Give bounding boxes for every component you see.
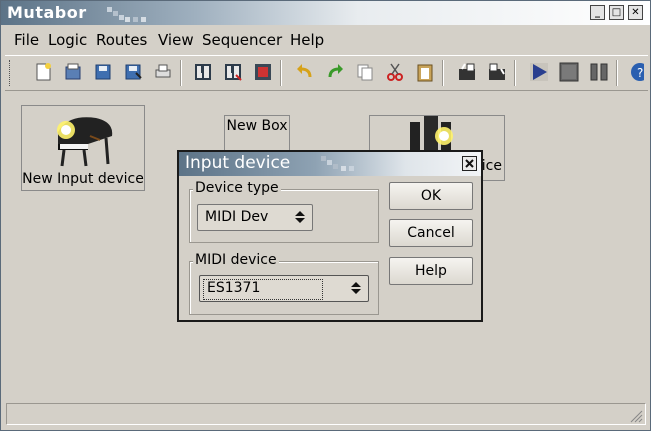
midi-device-value: ES1371 — [207, 280, 261, 296]
menu-file[interactable]: File — [14, 31, 39, 49]
input-device-box[interactable]: New Input device — [21, 105, 145, 191]
updown-arrow-icon — [295, 211, 305, 223]
maximize-button[interactable]: □ — [609, 5, 624, 20]
pause-icon[interactable] — [588, 61, 610, 83]
open-file-icon[interactable] — [62, 61, 84, 83]
minimize-button[interactable]: _ — [590, 5, 605, 20]
toolbar-separator — [442, 60, 444, 86]
help-label: Help — [415, 263, 447, 279]
route-load-icon[interactable] — [456, 61, 478, 83]
svg-text:?: ? — [637, 66, 643, 80]
main-window: Mutabor _ □ ✕ File Logic Routes View Seq… — [0, 0, 651, 431]
help-icon[interactable]: ? — [629, 61, 644, 83]
toolbar-separator — [514, 60, 516, 86]
midi-device-group: MIDI device ES1371 — [189, 252, 379, 315]
device-type-select[interactable]: MIDI Dev — [197, 204, 313, 231]
new-box-label: New Box — [226, 118, 288, 134]
menu-routes[interactable]: Routes — [96, 31, 147, 49]
route-save-icon[interactable] — [486, 61, 508, 83]
new-file-icon[interactable] — [32, 61, 54, 83]
toolbar-separator — [616, 60, 618, 86]
status-bar — [6, 403, 646, 425]
title-bar[interactable]: Mutabor _ □ ✕ — [1, 1, 650, 25]
toolbar: ? — [5, 55, 648, 91]
ok-button[interactable]: OK — [389, 182, 473, 210]
ok-label: OK — [420, 188, 442, 204]
menu-logic[interactable]: Logic — [48, 31, 87, 49]
paste-icon[interactable] — [414, 61, 436, 83]
updown-arrow-icon — [351, 282, 361, 294]
cancel-label: Cancel — [407, 225, 455, 241]
dialog-title-bar[interactable]: Input device — [179, 152, 481, 176]
device-type-group: Device type MIDI Dev — [189, 180, 379, 243]
device-type-label: Device type — [193, 180, 281, 196]
menu-sequencer[interactable]: Sequencer — [202, 31, 282, 49]
midi-device-select[interactable]: ES1371 — [199, 275, 369, 302]
close-icon — [465, 159, 474, 168]
resize-grip-icon[interactable] — [627, 407, 643, 423]
panic-icon[interactable] — [252, 61, 274, 83]
menu-help[interactable]: Help — [290, 31, 324, 49]
save-icon[interactable] — [92, 61, 114, 83]
dialog-title: Input device — [185, 153, 291, 173]
toolbar-separator — [280, 60, 282, 86]
toolbar-grip[interactable] — [9, 60, 14, 86]
menu-view[interactable]: View — [158, 31, 194, 49]
menu-bar: File Logic Routes View Sequencer Help — [1, 27, 650, 53]
dialog-close-button[interactable] — [462, 156, 477, 171]
title-decoration-icon — [107, 7, 146, 22]
output-device-label: ice — [481, 158, 502, 174]
piano-icon — [57, 117, 113, 167]
save-as-icon[interactable] — [122, 61, 144, 83]
close-button[interactable]: ✕ — [628, 5, 643, 20]
copy-icon[interactable] — [354, 61, 376, 83]
deactivate-icon[interactable] — [222, 61, 244, 83]
device-type-value: MIDI Dev — [205, 209, 269, 225]
toolbar-separator — [180, 60, 182, 86]
undo-icon[interactable] — [294, 61, 316, 83]
input-device-dialog: Input device Device type MIDI Dev MIDI d… — [177, 150, 483, 322]
print-icon[interactable] — [152, 61, 174, 83]
cancel-button[interactable]: Cancel — [389, 219, 473, 247]
window-title: Mutabor — [7, 3, 87, 22]
stop-icon[interactable] — [558, 61, 580, 83]
redo-icon[interactable] — [324, 61, 346, 83]
help-button[interactable]: Help — [389, 257, 473, 285]
title-decoration-icon — [321, 156, 354, 171]
speaker-icon — [410, 116, 453, 150]
activate-icon[interactable] — [192, 61, 214, 83]
midi-device-label: MIDI device — [193, 252, 279, 268]
play-icon[interactable] — [528, 61, 550, 83]
input-device-label: New Input device — [22, 171, 144, 187]
cut-icon[interactable] — [384, 61, 406, 83]
